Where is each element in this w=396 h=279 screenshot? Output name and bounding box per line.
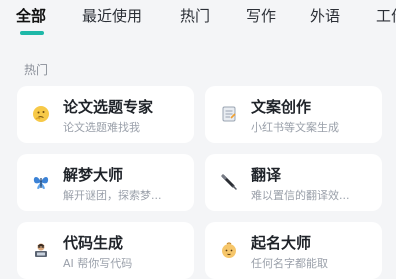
- tab-foreign-language[interactable]: 外语: [310, 6, 340, 26]
- card-description: 难以置信的翻译效...: [251, 189, 350, 202]
- tab-work[interactable]: 工作: [376, 6, 396, 26]
- assistant-gallery: 全部 最近使用 热门 写作 外语 工作 热门 论文选题专家 论文选题难找我: [0, 0, 396, 279]
- card-paper-topic-expert[interactable]: 论文选题专家 论文选题难找我: [17, 86, 194, 143]
- card-translation[interactable]: 翻译 难以置信的翻译效...: [205, 154, 382, 211]
- tab-all[interactable]: 全部: [16, 6, 46, 26]
- card-title: 论文选题专家: [63, 98, 154, 116]
- card-title: 代码生成: [63, 234, 124, 252]
- card-description: 小红书等文案生成: [251, 121, 339, 134]
- tab-recent[interactable]: 最近使用: [82, 6, 142, 26]
- card-description: AI 帮你写代码: [63, 257, 133, 270]
- baby-icon: [220, 241, 238, 259]
- card-description: 论文选题难找我: [63, 121, 140, 134]
- card-title: 翻译: [251, 166, 282, 184]
- pen-icon: [220, 173, 238, 191]
- tab-writing[interactable]: 写作: [246, 6, 276, 26]
- card-code-generation[interactable]: 代码生成 AI 帮你写代码: [17, 222, 194, 279]
- card-dream-interpreter[interactable]: 解梦大师 解开谜团，探索梦...: [17, 154, 194, 211]
- card-title: 文案创作: [251, 98, 312, 116]
- card-description: 任何名字都能取: [251, 257, 328, 270]
- document-icon: [220, 105, 238, 123]
- category-tabs: 全部 最近使用 热门 写作 外语 工作: [0, 0, 396, 40]
- card-description: 解开谜团，探索梦...: [63, 189, 162, 202]
- section-title: 热门: [24, 63, 49, 77]
- card-title: 起名大师: [251, 234, 312, 252]
- card-naming-master[interactable]: 起名大师 任何名字都能取: [205, 222, 382, 279]
- card-title: 解梦大师: [63, 166, 124, 184]
- butterfly-icon: [32, 173, 50, 191]
- tab-popular[interactable]: 热门: [180, 6, 210, 26]
- thinking-face-icon: [32, 105, 50, 123]
- card-copywriting[interactable]: 文案创作 小红书等文案生成: [205, 86, 382, 143]
- programmer-icon: [32, 241, 50, 259]
- active-tab-indicator: [20, 31, 44, 35]
